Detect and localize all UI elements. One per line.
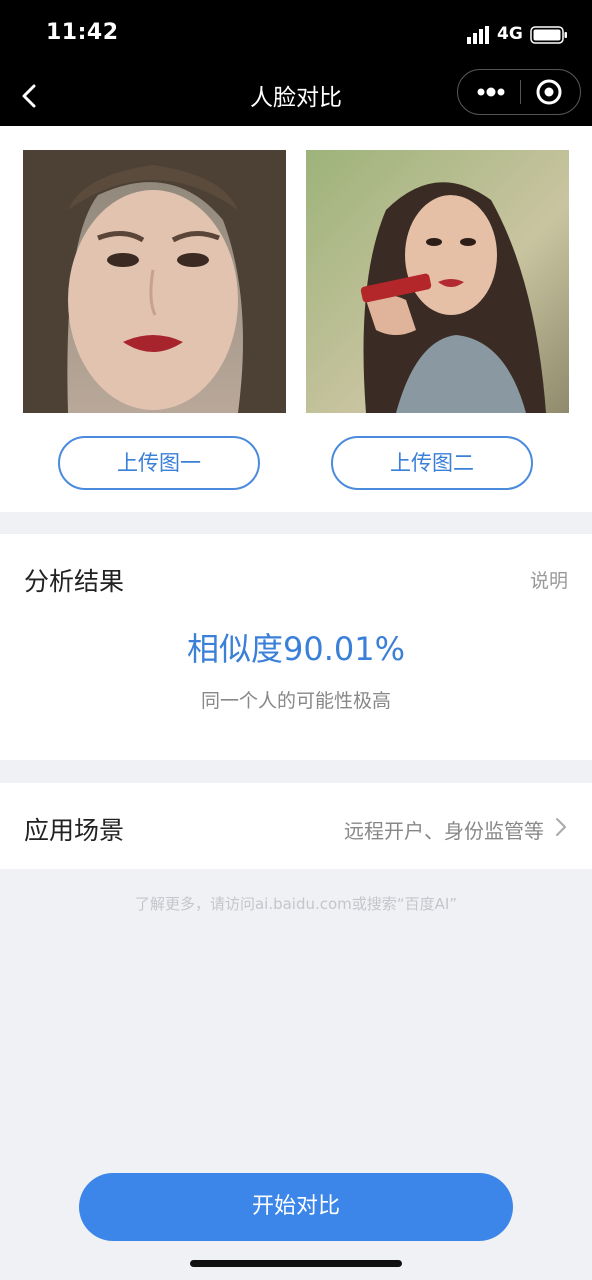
photos-card: 上传图一 上传图二 <box>0 126 592 512</box>
similarity-verdict: 同一个人的可能性极高 <box>200 690 391 712</box>
scene-value: 远程开户、身份监管等 <box>344 819 544 843</box>
scene-row[interactable]: 应用场景 远程开户、身份监管等 <box>0 783 592 869</box>
target-circle-icon[interactable] <box>521 70 581 114</box>
signal-icon <box>467 26 489 44</box>
more-dots-icon[interactable] <box>458 70 520 114</box>
face-photo-2 <box>306 150 569 413</box>
face-photo-1 <box>23 150 286 413</box>
status-time: 11:42 <box>46 20 119 45</box>
battery-icon <box>530 26 567 44</box>
result-title: 分析结果 <box>24 567 125 596</box>
upload-image-1-button[interactable]: 上传图一 <box>58 436 260 490</box>
chevron-right-icon <box>556 818 566 836</box>
network-type: 4G <box>497 24 523 44</box>
status-bar: 11:42 4G <box>0 0 592 66</box>
scene-title: 应用场景 <box>24 816 125 845</box>
home-indicator <box>190 1260 402 1267</box>
result-card: 分析结果 说明 相似度90.01% 同一个人的可能性极高 <box>0 534 592 760</box>
footnote: 了解更多，请访问ai.baidu.com或搜索“百度AI” <box>134 895 458 913</box>
upload-image-2-button[interactable]: 上传图二 <box>331 436 533 490</box>
similarity-score: 相似度90.01% <box>186 630 406 668</box>
explain-link[interactable]: 说明 <box>530 566 568 593</box>
start-compare-button[interactable]: 开始对比 <box>79 1173 513 1241</box>
nav-bar: 人脸对比 <box>0 66 592 126</box>
mini-program-capsule <box>457 69 581 115</box>
